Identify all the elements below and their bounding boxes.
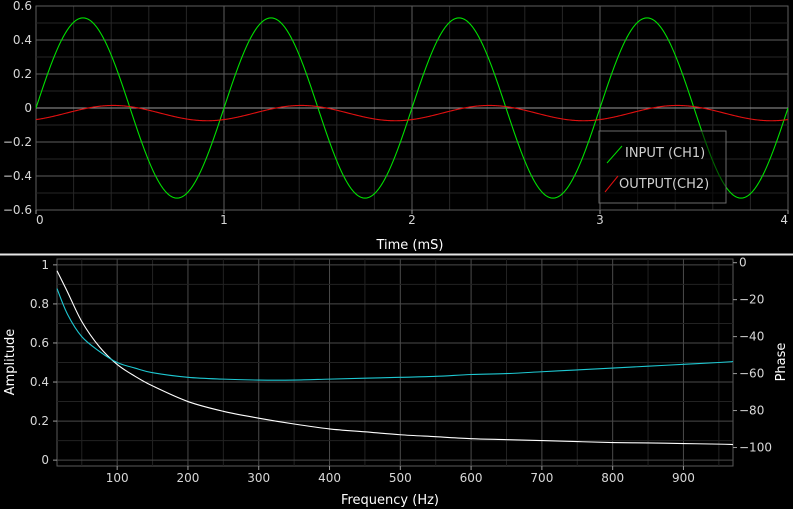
time-x-tick-label: 2 (408, 213, 416, 227)
time-x-tick-label: 3 (596, 213, 604, 227)
oscilloscope-window: 0.6 0.4 0.2 0 −0.2 −0.4 −0.6 0 1 2 3 4 Time (mS) I… (0, 0, 793, 509)
time-x-tick-labels: 0 1 2 3 4 (35, 210, 789, 227)
legend-box (598, 130, 727, 204)
amplitude-tick-label: 0 (41, 453, 49, 467)
frequency-tick-labels: 100 200 300 400 500 600 700 800 900 (106, 466, 695, 485)
frequency-x-axis-label: Frequency (Hz) (341, 493, 439, 508)
frequency-tick-label: 700 (530, 471, 553, 485)
frequency-tick-label: 200 (176, 471, 199, 485)
amplitude-tick-label: 0.4 (30, 375, 49, 389)
frequency-tick-label: 800 (601, 471, 624, 485)
amplitude-axis-label: Amplitude (3, 329, 18, 396)
frequency-tick-label: 300 (247, 471, 270, 485)
time-y-tick-label: 0.2 (13, 67, 32, 81)
amplitude-tick-label: 1 (41, 258, 49, 272)
time-y-tick-label: −0.4 (3, 169, 32, 183)
phase-tick-label: −40 (739, 330, 764, 344)
time-domain-chart: 0.6 0.4 0.2 0 −0.2 −0.4 −0.6 0 1 2 3 4 Time (mS) I… (3, 0, 789, 253)
time-y-tick-label: −0.2 (3, 135, 32, 149)
time-x-axis-label: Time (mS) (375, 238, 443, 253)
time-x-tick-label: 0 (36, 213, 44, 227)
amplitude-tick-label: 0.6 (30, 336, 49, 350)
phase-tick-label: −80 (739, 404, 764, 418)
time-x-tick-label: 1 (220, 213, 228, 227)
charts-canvas: 0.6 0.4 0.2 0 −0.2 −0.4 −0.6 0 1 2 3 4 Time (mS) I… (0, 0, 793, 508)
amplitude-tick-labels: 1 0.8 0.6 0.4 0.2 0 (30, 258, 57, 467)
time-y-tick-label: −0.6 (3, 203, 32, 217)
time-y-tick-label: 0 (24, 101, 32, 115)
time-legend: INPUT (CH1) OUTPUT(CH2) (598, 130, 727, 204)
frequency-tick-label: 100 (106, 471, 129, 485)
phase-tick-label: −100 (739, 441, 772, 455)
legend-label-output: OUTPUT(CH2) (619, 177, 709, 192)
time-x-tick-label: 4 (780, 213, 788, 227)
time-y-tick-labels: 0.6 0.4 0.2 0 −0.2 −0.4 −0.6 (3, 0, 32, 217)
time-y-tick-label: 0.4 (13, 33, 32, 47)
frequency-tick-label: 600 (460, 471, 483, 485)
amplitude-tick-label: 0.8 (30, 297, 49, 311)
frequency-tick-label: 400 (318, 471, 341, 485)
phase-tick-label: −60 (739, 367, 764, 381)
phase-axis-label: Phase (774, 343, 789, 382)
phase-tick-label: −20 (739, 293, 764, 307)
frequency-tick-label: 900 (672, 471, 695, 485)
amplitude-tick-label: 0.2 (30, 414, 49, 428)
time-y-tick-label: 0.6 (13, 0, 32, 13)
phase-tick-label: 0 (739, 256, 747, 270)
frequency-tick-label: 500 (389, 471, 412, 485)
phase-tick-labels: 0 −20 −40 −60 −80 −100 (733, 256, 772, 455)
legend-label-input: INPUT (CH1) (625, 146, 705, 161)
frequency-response-chart: 1 0.8 0.6 0.4 0.2 0 0 −20 −40 −60 −80 −100 100 200 3… (3, 256, 789, 508)
